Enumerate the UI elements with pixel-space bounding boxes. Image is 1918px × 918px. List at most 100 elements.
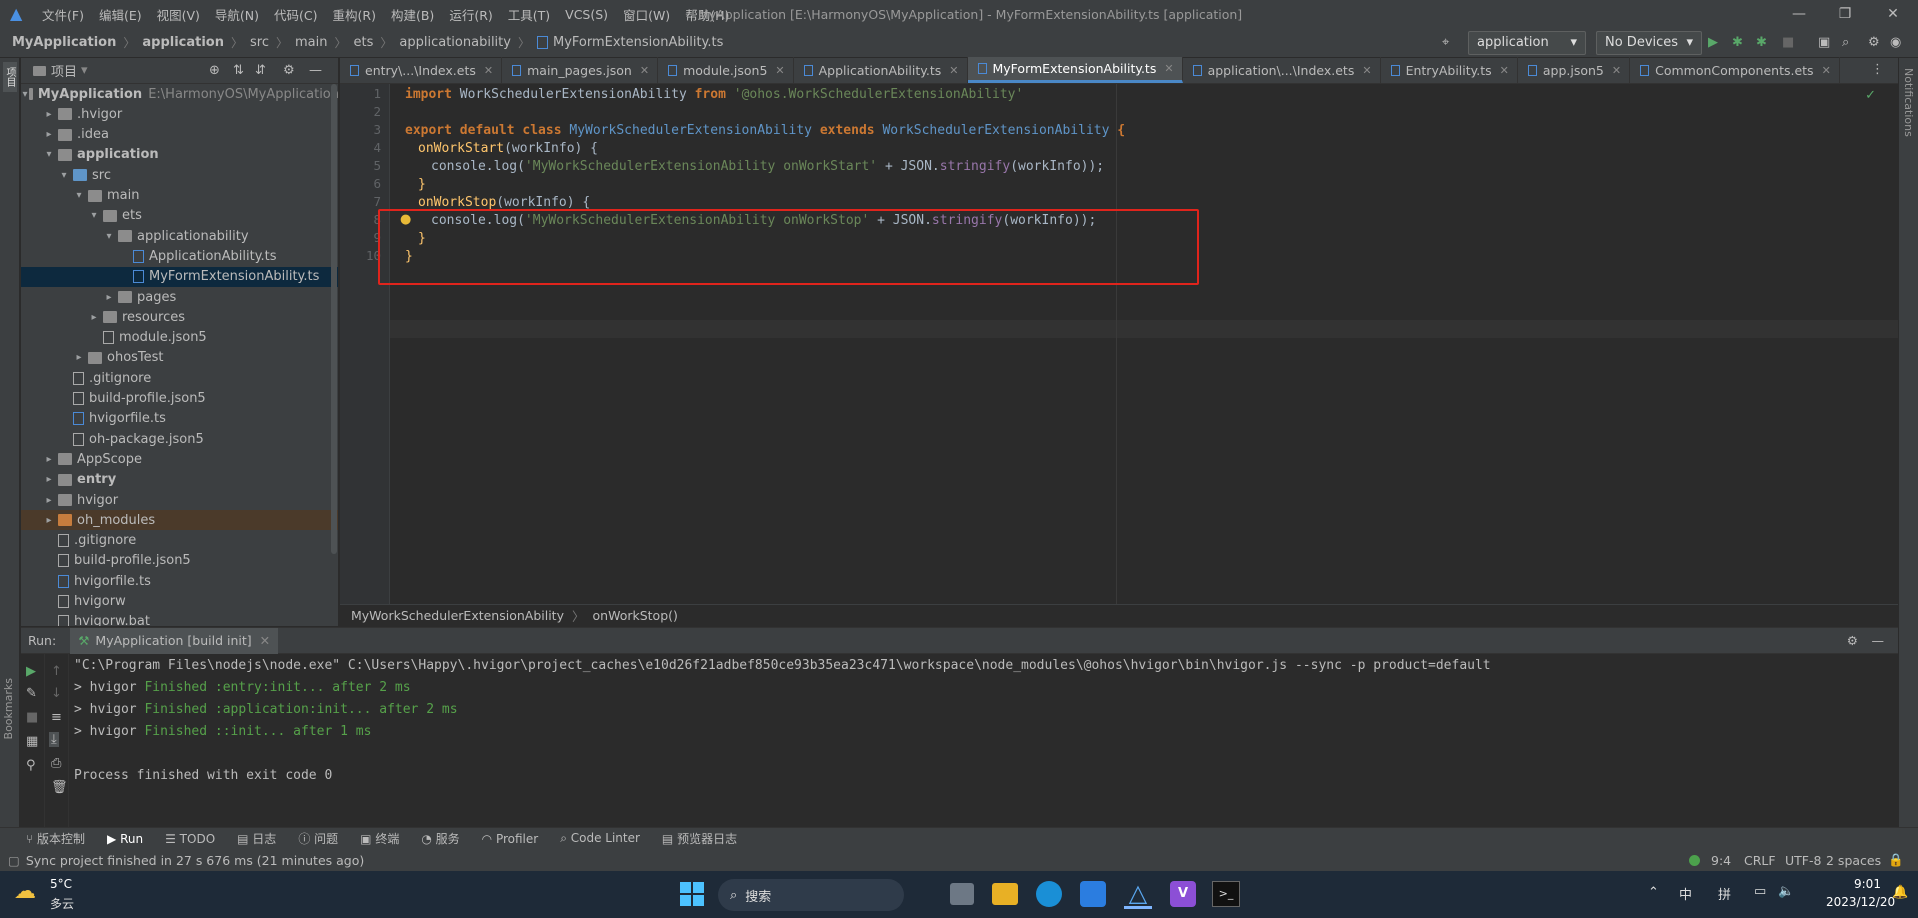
tab-problems[interactable]: ⓘ 问题 xyxy=(298,830,338,847)
chevron-right-icon[interactable]: ▸ xyxy=(102,292,116,303)
editor-tab[interactable]: main_pages.json ✕ xyxy=(502,57,659,83)
chevron-right-icon[interactable]: ▸ xyxy=(42,495,56,506)
device-manager-icon[interactable]: ▣ xyxy=(1818,32,1830,54)
editor-tab[interactable]: CommonComponents.ets ✕ xyxy=(1630,57,1840,83)
close-tab-icon[interactable]: ✕ xyxy=(640,64,649,77)
stop-icon[interactable]: ■ xyxy=(26,710,38,725)
close-tab-icon[interactable]: ✕ xyxy=(949,64,958,77)
scroll-to-end-icon[interactable]: ⤓ xyxy=(49,732,59,747)
tree-item[interactable]: .gitignore xyxy=(21,531,338,551)
tree-item[interactable]: hvigorw xyxy=(21,592,338,612)
breadcrumb-project[interactable]: MyApplication xyxy=(12,35,116,50)
network-icon[interactable]: ▭ xyxy=(1754,884,1766,899)
profile-icon[interactable]: ◉ xyxy=(1890,32,1901,54)
run-tab[interactable]: ⚒ MyApplication [build init] ✕ xyxy=(70,627,279,654)
weather-temp[interactable]: 5°C xyxy=(50,877,72,891)
expand-all-icon[interactable]: ⇅ xyxy=(233,63,244,78)
terminal-app-icon[interactable]: >_ xyxy=(1212,881,1240,907)
chevron-down-icon[interactable]: ▾ xyxy=(42,149,56,160)
restore-icon[interactable]: ❐ xyxy=(1822,0,1868,28)
tree-scrollbar[interactable] xyxy=(331,84,337,554)
tree-item[interactable]: MyFormExtensionAbility.ts xyxy=(21,266,338,287)
run-config-dropdown[interactable]: application ▾ xyxy=(1468,31,1586,55)
editor-tab[interactable]: MyFormExtensionAbility.ts ✕ xyxy=(967,57,1183,83)
tree-item[interactable]: .gitignore xyxy=(21,368,338,388)
stop-icon[interactable]: ■ xyxy=(1782,32,1794,54)
gear-icon[interactable]: ⚙ xyxy=(1847,633,1858,648)
tree-item[interactable]: ▾ src xyxy=(21,165,338,185)
project-panel-title[interactable]: 项目 xyxy=(51,61,77,80)
minimize-icon[interactable]: — xyxy=(1776,0,1822,28)
deveco-studio-icon[interactable]: △ xyxy=(1124,879,1152,909)
close-icon[interactable]: ✕ xyxy=(1870,0,1916,28)
tree-item[interactable]: ▾ MyApplication E:\HarmonyOS\MyApplication xyxy=(21,84,338,104)
settings-icon[interactable]: ⚙ xyxy=(1868,32,1880,54)
chevron-right-icon[interactable]: ▸ xyxy=(72,352,86,363)
tree-item[interactable]: ApplicationAbility.ts xyxy=(21,246,338,266)
status-toggle-icon[interactable]: ▢ xyxy=(8,853,20,868)
target-icon[interactable]: ⌖ xyxy=(1442,32,1449,54)
notifications-tool-button[interactable]: Notifications xyxy=(1902,68,1915,137)
menu-view[interactable]: 视图(V) xyxy=(157,5,200,24)
close-tab-icon[interactable]: ✕ xyxy=(775,64,784,77)
task-view-icon[interactable] xyxy=(950,883,974,905)
editor-tab[interactable]: EntryAbility.ts ✕ xyxy=(1381,57,1518,83)
menu-window[interactable]: 窗口(W) xyxy=(623,5,670,24)
menu-build[interactable]: 构建(B) xyxy=(391,5,434,24)
tree-item[interactable]: module.json5 xyxy=(21,328,338,348)
locate-icon[interactable]: ⊕ xyxy=(209,63,220,78)
close-tab-icon[interactable]: ✕ xyxy=(1822,64,1831,77)
chevron-down-icon[interactable]: ▾ xyxy=(102,231,116,242)
close-icon[interactable]: ✕ xyxy=(260,633,270,648)
hide-panel-icon[interactable]: — xyxy=(309,63,322,78)
tree-item[interactable]: ▾ applicationability xyxy=(21,226,338,246)
trash-icon[interactable]: 🗑 xyxy=(51,780,68,795)
debug-icon[interactable]: ✱ xyxy=(1732,32,1743,54)
tab-version-control[interactable]: ⑂ 版本控制 xyxy=(26,830,85,847)
search-icon[interactable]: ⌕ xyxy=(1842,32,1849,54)
editor-tab[interactable]: application\...\Index.ets ✕ xyxy=(1183,57,1381,83)
tree-item[interactable]: oh-package.json5 xyxy=(21,429,338,449)
tab-terminal[interactable]: ▣ 终端 xyxy=(360,830,399,847)
close-tab-icon[interactable]: ✕ xyxy=(1164,62,1173,75)
tree-item[interactable]: ▸ .idea xyxy=(21,125,338,145)
breadcrumb-src[interactable]: src xyxy=(250,35,269,50)
chevron-right-icon[interactable]: ▸ xyxy=(42,474,56,485)
menu-navigate[interactable]: 导航(N) xyxy=(215,5,259,24)
tree-item[interactable]: hvigorw.bat xyxy=(21,612,338,626)
tree-item[interactable]: ▾ application xyxy=(21,145,338,165)
edge-browser-icon[interactable] xyxy=(1036,881,1062,907)
tree-item[interactable]: ▸ oh_modules xyxy=(21,510,338,531)
tree-item[interactable]: ▸ resources xyxy=(21,307,338,327)
collapse-all-icon[interactable]: ⇵ xyxy=(255,63,266,78)
close-tab-icon[interactable]: ✕ xyxy=(1500,64,1509,77)
volume-icon[interactable]: 🔈 xyxy=(1778,884,1794,899)
tree-item[interactable]: ▸ pages xyxy=(21,287,338,307)
breadcrumb-ets[interactable]: ets xyxy=(354,35,374,50)
editor-tab[interactable]: ApplicationAbility.ts ✕ xyxy=(794,57,968,83)
menu-refactor[interactable]: 重构(R) xyxy=(333,5,376,24)
breadcrumb-module[interactable]: application xyxy=(142,35,224,50)
tree-item[interactable]: hvigorfile.ts xyxy=(21,409,338,429)
inspection-ok-icon[interactable]: ✓ xyxy=(1865,88,1876,103)
tree-item[interactable]: build-profile.json5 xyxy=(21,389,338,409)
tab-profiler[interactable]: ◠ Profiler xyxy=(482,832,539,846)
chevron-down-icon[interactable]: ▾ xyxy=(22,89,27,100)
breadcrumb-file[interactable]: MyFormExtensionAbility.ts xyxy=(553,35,723,50)
chevron-right-icon[interactable]: ▸ xyxy=(42,515,56,526)
attach-debugger-icon[interactable]: ✱ xyxy=(1756,32,1767,54)
file-encoding[interactable]: UTF-8 xyxy=(1785,853,1821,868)
close-tab-icon[interactable]: ✕ xyxy=(484,64,493,77)
file-explorer-icon[interactable] xyxy=(992,883,1018,905)
tree-item[interactable]: ▸ hvigor xyxy=(21,490,338,510)
chevron-right-icon[interactable]: ▸ xyxy=(42,454,56,465)
ime-mode[interactable]: 中 xyxy=(1679,884,1692,903)
store-icon[interactable] xyxy=(1080,881,1106,907)
hide-panel-icon[interactable]: — xyxy=(1872,633,1885,648)
menu-code[interactable]: 代码(C) xyxy=(274,5,317,24)
arrow-up-icon[interactable]: ↑ xyxy=(51,664,62,679)
soft-wrap-icon[interactable]: ≡ xyxy=(51,710,62,725)
tab-code-linter[interactable]: ⌕ Code Linter xyxy=(560,831,640,846)
gear-icon[interactable]: ⚙ xyxy=(283,63,295,78)
arrow-down-icon[interactable]: ↓ xyxy=(51,686,62,701)
